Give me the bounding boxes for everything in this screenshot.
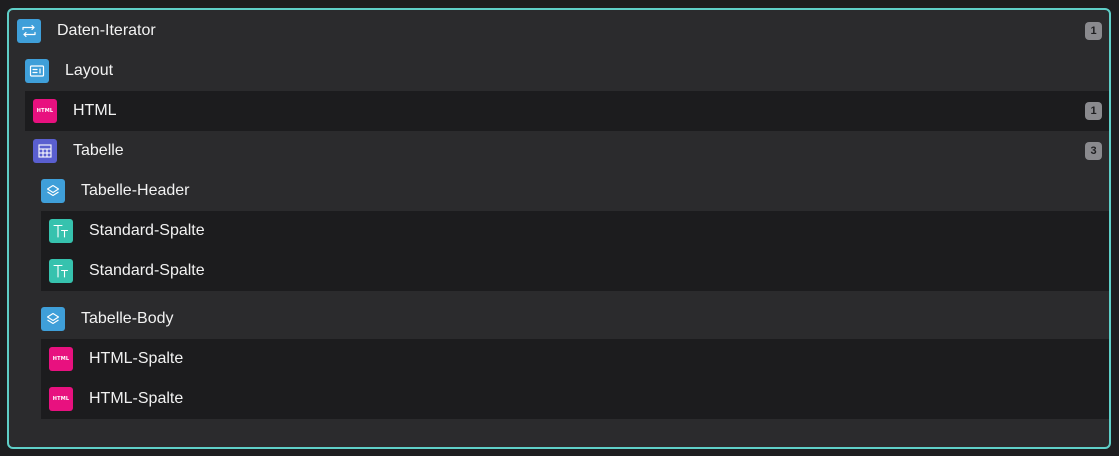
tree-node-standard-spalte[interactable]: Standard-Spalte [41, 251, 1109, 291]
tree-node-label: HTML-Spalte [89, 350, 184, 367]
html-icon: HTML [33, 99, 57, 123]
html-icon: HTML [49, 387, 73, 411]
tree-node-html-spalte[interactable]: HTML HTML-Spalte [41, 339, 1109, 379]
layers-icon [41, 179, 65, 203]
tree-node-standard-spalte[interactable]: Standard-Spalte [41, 211, 1109, 251]
tree-node-tabelle-header[interactable]: Tabelle-Header [33, 171, 1109, 211]
tree-node-label: Daten-Iterator [57, 22, 156, 39]
layout-card-icon [25, 59, 49, 83]
tree-node-tabelle[interactable]: Tabelle 3 [25, 131, 1109, 171]
tree-node-layout[interactable]: Layout [9, 51, 1109, 91]
tree-node-tabelle-body[interactable]: Tabelle-Body [33, 299, 1109, 339]
tree-node-label: HTML-Spalte [89, 390, 184, 407]
child-count-badge: 1 [1085, 22, 1102, 40]
table-grid-icon [33, 139, 57, 163]
tree-node-label: Tabelle [73, 142, 124, 159]
tree-node-label: Standard-Spalte [89, 222, 205, 239]
html-icon: HTML [49, 347, 73, 371]
child-count-badge: 3 [1085, 142, 1102, 160]
child-count-badge: 1 [1085, 102, 1102, 120]
tree-node-label: Layout [65, 62, 114, 79]
tree-node-html-spalte[interactable]: HTML HTML-Spalte [41, 379, 1109, 419]
tree-node-label: HTML [73, 102, 117, 119]
text-type-icon [49, 259, 73, 283]
component-tree: Daten-Iterator 1 Layout HTML HTML 1 Tabe… [7, 8, 1111, 449]
tree-node-label: Standard-Spalte [89, 262, 205, 279]
tree-node-daten-iterator[interactable]: Daten-Iterator 1 [9, 11, 1109, 51]
text-type-icon [49, 219, 73, 243]
tree-node-label: Tabelle-Body [81, 310, 174, 327]
loop-arrows-icon [17, 19, 41, 43]
tree-node-html[interactable]: HTML HTML 1 [25, 91, 1109, 131]
layers-icon [41, 307, 65, 331]
tree-node-label: Tabelle-Header [81, 182, 190, 199]
